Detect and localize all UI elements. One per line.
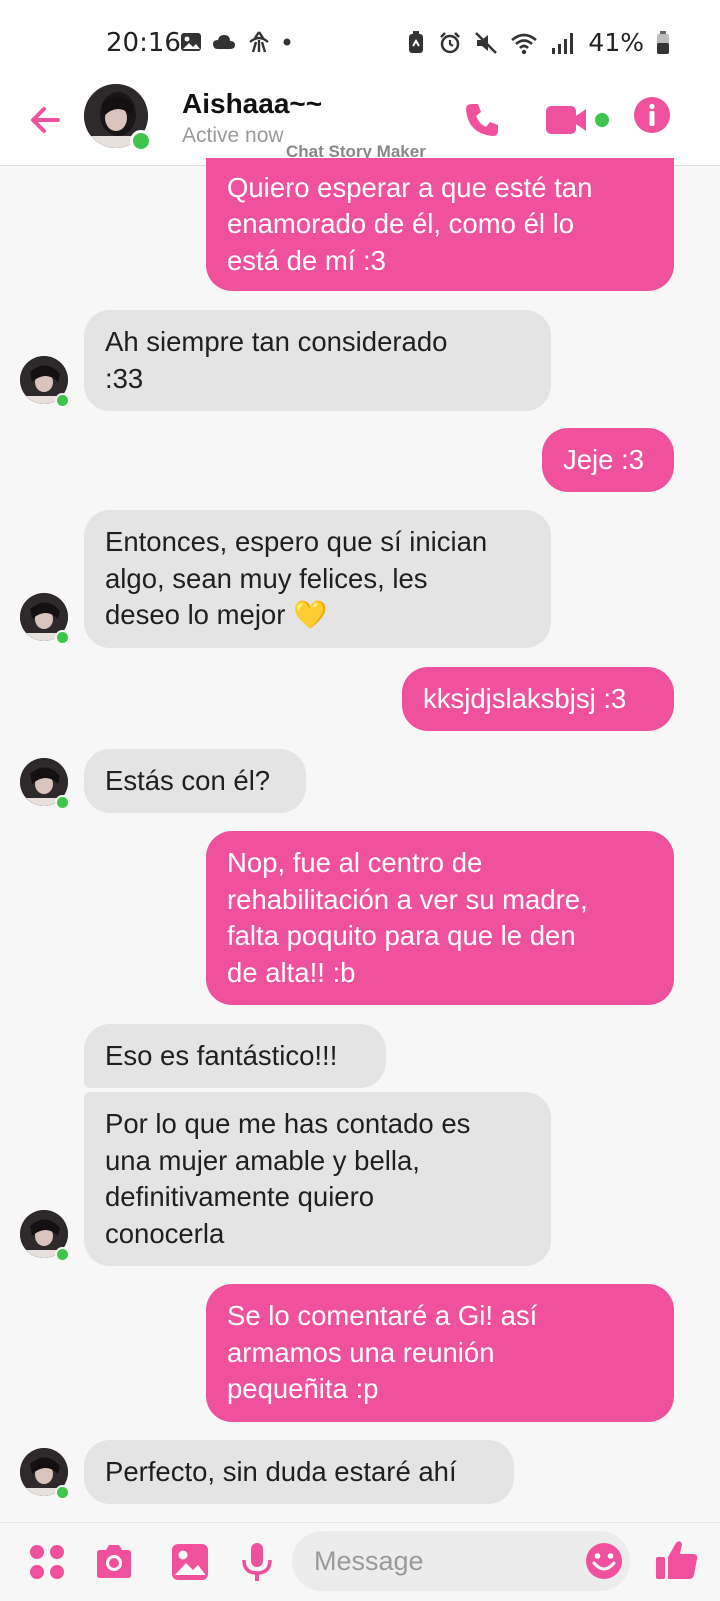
phone-icon[interactable] <box>462 100 502 140</box>
message-input[interactable] <box>292 1531 630 1591</box>
apps-icon[interactable] <box>26 1541 68 1583</box>
outgoing-message[interactable]: Jeje :3 <box>542 428 674 492</box>
notification-icons <box>180 30 292 54</box>
incoming-message[interactable]: Por lo que me has contado es una mujer a… <box>84 1092 551 1266</box>
cloud-icon <box>213 35 235 49</box>
incoming-message[interactable]: Eso es fantástico!!! <box>84 1024 386 1088</box>
alarm-icon <box>440 31 461 53</box>
battery-percent: 41% <box>588 28 644 57</box>
incoming-message[interactable]: Entonces, espero que sí inician algo, se… <box>84 510 551 648</box>
online-indicator <box>55 1485 70 1500</box>
message-composer <box>0 1522 720 1601</box>
outgoing-message[interactable]: Nop, fue al centro de rehabilitación a v… <box>206 831 674 1005</box>
video-camera-icon[interactable] <box>544 100 610 140</box>
gallery-icon[interactable] <box>169 1541 211 1583</box>
online-indicator <box>55 795 70 810</box>
camera-icon[interactable] <box>93 1541 135 1583</box>
online-indicator <box>55 630 70 645</box>
incoming-message[interactable]: Perfecto, sin duda estaré ahí <box>84 1440 514 1504</box>
incoming-message[interactable]: Ah siempre tan considerado :33 <box>84 310 551 411</box>
contact-name[interactable]: Aishaaa~~ <box>182 88 322 120</box>
back-arrow-icon[interactable] <box>26 100 66 140</box>
outgoing-message[interactable]: Se lo comentaré a Gi! así armamos una re… <box>206 1284 674 1422</box>
outgoing-message[interactable]: Quiero esperar a que esté tan enamorado … <box>206 158 674 291</box>
chat-header: Aishaaa~~ Active now Chat Story Maker <box>0 84 720 166</box>
emoji-icon[interactable] <box>584 1541 624 1581</box>
online-indicator <box>55 1247 70 1262</box>
microphone-icon[interactable] <box>236 1541 278 1583</box>
incoming-message[interactable]: Estás con él? <box>84 749 306 813</box>
battery-saver-icon <box>409 30 424 53</box>
battery-icon <box>657 30 669 54</box>
outgoing-message[interactable]: kksjdjslaksbjsj :3 <box>402 667 674 731</box>
mute-icon <box>475 31 498 54</box>
dot-icon <box>283 38 291 46</box>
status-time: 20:16 <box>106 28 181 58</box>
system-icons: 41% <box>406 28 670 57</box>
status-bar: 20:16 41% <box>0 0 720 84</box>
thumbs-up-icon[interactable] <box>654 1537 700 1583</box>
contact-status: Active now <box>182 124 284 147</box>
app-notification-icon <box>249 31 269 53</box>
wifi-icon <box>511 33 538 54</box>
online-indicator <box>55 393 70 408</box>
signal-icon <box>552 32 574 54</box>
info-icon[interactable] <box>633 96 671 134</box>
online-indicator <box>130 130 152 152</box>
gallery-notification-icon <box>181 33 201 51</box>
